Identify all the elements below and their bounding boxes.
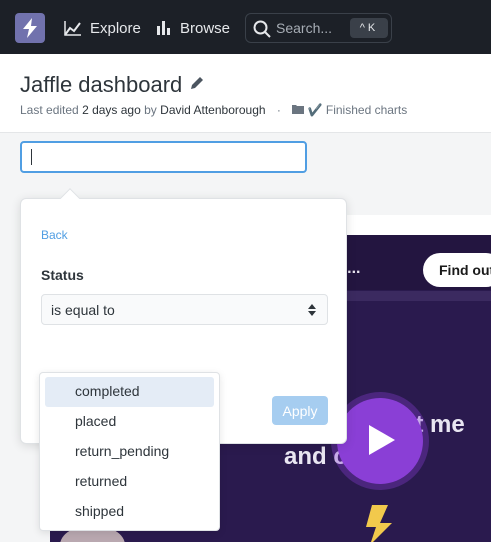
search-shortcut-badge: ^K [350,18,388,38]
top-navigation-bar: Explore Browse Search... ^K [0,0,491,54]
lightning-logo-icon [366,505,392,542]
search-icon [253,20,271,38]
option-shipped[interactable]: shipped [45,497,214,527]
nav-browse[interactable]: Browse [156,17,230,39]
find-out-button[interactable]: Find out [423,253,491,287]
last-edited-info: Last edited 2 days ago by David Attenbor… [20,103,407,117]
pencil-icon[interactable] [189,75,205,91]
last-edited-time: 2 days ago [82,103,141,117]
meta-separator: · [276,103,281,117]
play-icon [369,425,395,455]
nav-explore[interactable]: Explore [64,17,141,39]
last-edited-prefix: Last edited [20,103,79,117]
option-return-pending[interactable]: return_pending [45,437,214,467]
page-title[interactable]: Jaffle dashboard [20,72,182,98]
play-button[interactable] [337,398,423,484]
author-name: David Attenborough [160,103,266,117]
filter-options-dropdown: completed placed return_pending returned… [39,372,220,531]
filter-value-input[interactable] [20,141,307,173]
logo-icon[interactable] [15,13,45,43]
video-thumbnail-strip [340,291,491,301]
nav-explore-label: Explore [90,19,141,37]
search-input[interactable]: Search... ^K [245,13,392,43]
collection-link[interactable]: ✔️ Finished charts [308,103,408,117]
back-link[interactable]: Back [41,228,68,242]
option-returned[interactable]: returned [45,467,214,497]
option-completed[interactable]: completed [45,377,214,407]
field-label: Status [41,267,84,283]
last-edited-by: by [144,103,157,117]
option-placed[interactable]: placed [45,407,214,437]
search-placeholder: Search... [276,20,333,36]
select-arrows-icon [308,304,316,316]
nav-browse-label: Browse [180,19,231,37]
dashboard-header: Jaffle dashboard Last edited 2 days ago … [0,54,491,133]
apply-button[interactable]: Apply [272,396,328,425]
explore-icon [64,21,81,36]
operator-select[interactable]: is equal to [41,294,328,325]
folder-icon [292,105,305,114]
popover-caret [60,188,80,208]
text-cursor [31,149,32,165]
operator-value: is equal to [51,302,115,318]
bar-chart-icon [157,21,170,35]
